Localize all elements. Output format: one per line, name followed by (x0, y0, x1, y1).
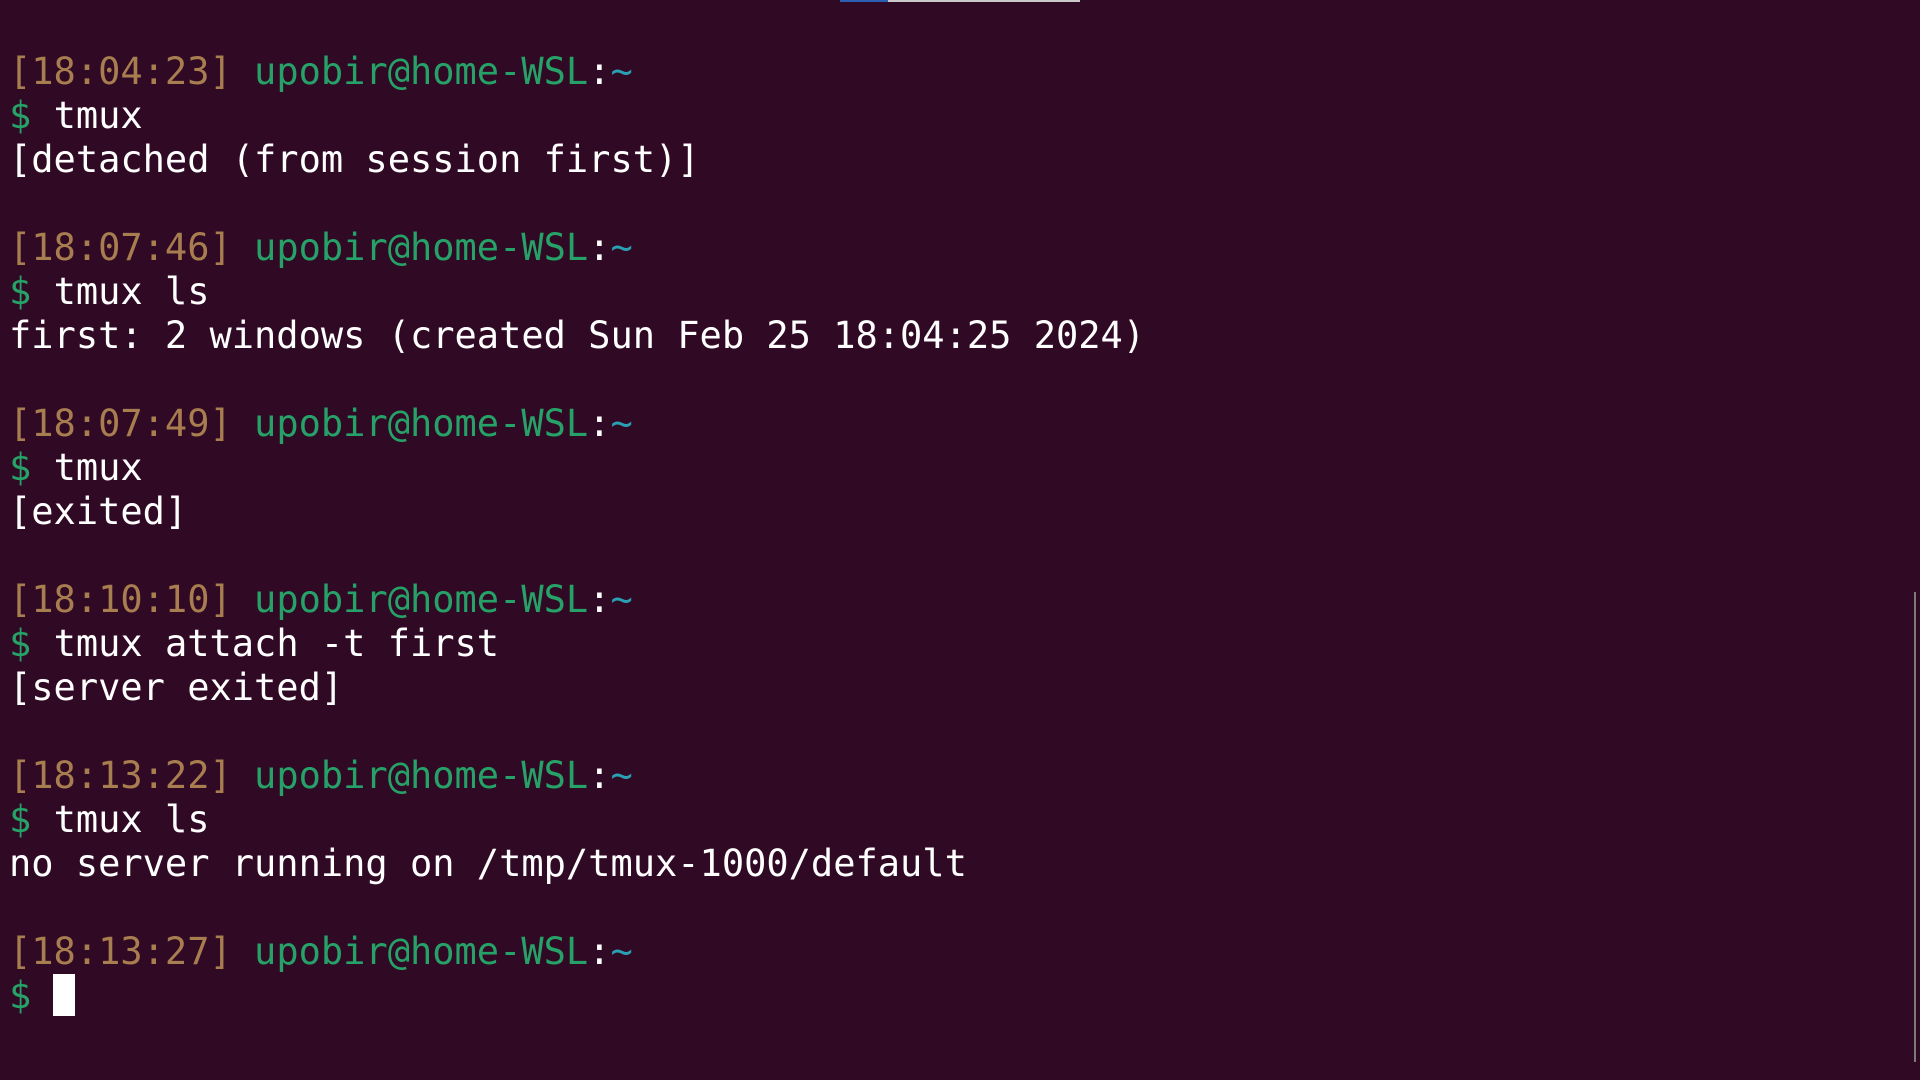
prompt-symbol: $ (9, 622, 32, 665)
command-text: tmux (53, 94, 143, 137)
prompt-colon: : (588, 754, 611, 797)
command-input-line[interactable]: $ (9, 974, 1900, 1018)
command-line: $ tmux ls (9, 798, 1900, 842)
terminal-output: [18:04:23] upobir@home-WSL:~ $ tmux [det… (9, 50, 1900, 1018)
prompt-userhost: upobir@home-WSL (254, 50, 589, 93)
command-line: $ tmux (9, 94, 1900, 138)
command-output: [server exited] (9, 666, 344, 709)
command-line: $ tmux (9, 446, 1900, 490)
prompt-colon: : (588, 930, 611, 973)
prompt-colon: : (588, 50, 611, 93)
prompt-path: ~ (610, 226, 633, 269)
prompt-symbol: $ (9, 974, 32, 1017)
command-line: $ tmux attach -t first (9, 622, 1900, 666)
prompt-timestamp: [18:04:23] (9, 50, 232, 93)
prompt-timestamp: [18:07:46] (9, 226, 232, 269)
current-prompt-line: [18:13:27] upobir@home-WSL:~ (9, 930, 1900, 974)
command-text: tmux ls (53, 798, 210, 841)
prompt-userhost: upobir@home-WSL (254, 754, 589, 797)
prompt-path: ~ (610, 754, 633, 797)
prompt-line: [18:04:23] upobir@home-WSL:~ (9, 50, 1900, 94)
prompt-timestamp: [18:13:27] (9, 930, 232, 973)
tab-indicator-accent (840, 0, 888, 2)
command-text: tmux (53, 446, 143, 489)
prompt-symbol: $ (9, 94, 32, 137)
prompt-colon: : (588, 578, 611, 621)
prompt-line: [18:10:10] upobir@home-WSL:~ (9, 578, 1900, 622)
prompt-userhost: upobir@home-WSL (254, 402, 589, 445)
prompt-timestamp: [18:13:22] (9, 754, 232, 797)
scrollbar-thumb[interactable] (1914, 592, 1916, 1062)
prompt-symbol: $ (9, 798, 32, 841)
scrollbar[interactable] (1908, 0, 1920, 1080)
command-line: $ tmux ls (9, 270, 1900, 314)
prompt-symbol: $ (9, 270, 32, 313)
prompt-userhost: upobir@home-WSL (254, 578, 589, 621)
prompt-line: [18:07:49] upobir@home-WSL:~ (9, 402, 1900, 446)
text-cursor (53, 974, 76, 1016)
prompt-timestamp: [18:10:10] (9, 578, 232, 621)
prompt-path: ~ (610, 578, 633, 621)
prompt-colon: : (588, 226, 611, 269)
prompt-line: [18:07:46] upobir@home-WSL:~ (9, 226, 1900, 270)
prompt-userhost: upobir@home-WSL (254, 226, 589, 269)
command-output: [detached (from session first)] (9, 138, 700, 181)
command-output: [exited] (9, 490, 188, 533)
command-output: no server running on /tmp/tmux-1000/defa… (9, 842, 967, 885)
prompt-userhost: upobir@home-WSL (254, 930, 589, 973)
prompt-path: ~ (610, 402, 633, 445)
terminal-window[interactable]: [18:04:23] upobir@home-WSL:~ $ tmux [det… (0, 0, 1920, 1080)
command-text: tmux ls (53, 270, 210, 313)
prompt-path: ~ (610, 50, 633, 93)
command-output: first: 2 windows (created Sun Feb 25 18:… (9, 314, 1146, 357)
prompt-timestamp: [18:07:49] (9, 402, 232, 445)
prompt-path: ~ (610, 930, 633, 973)
prompt-line: [18:13:22] upobir@home-WSL:~ (9, 754, 1900, 798)
prompt-symbol: $ (9, 446, 32, 489)
prompt-colon: : (588, 402, 611, 445)
command-text: tmux attach -t first (53, 622, 500, 665)
